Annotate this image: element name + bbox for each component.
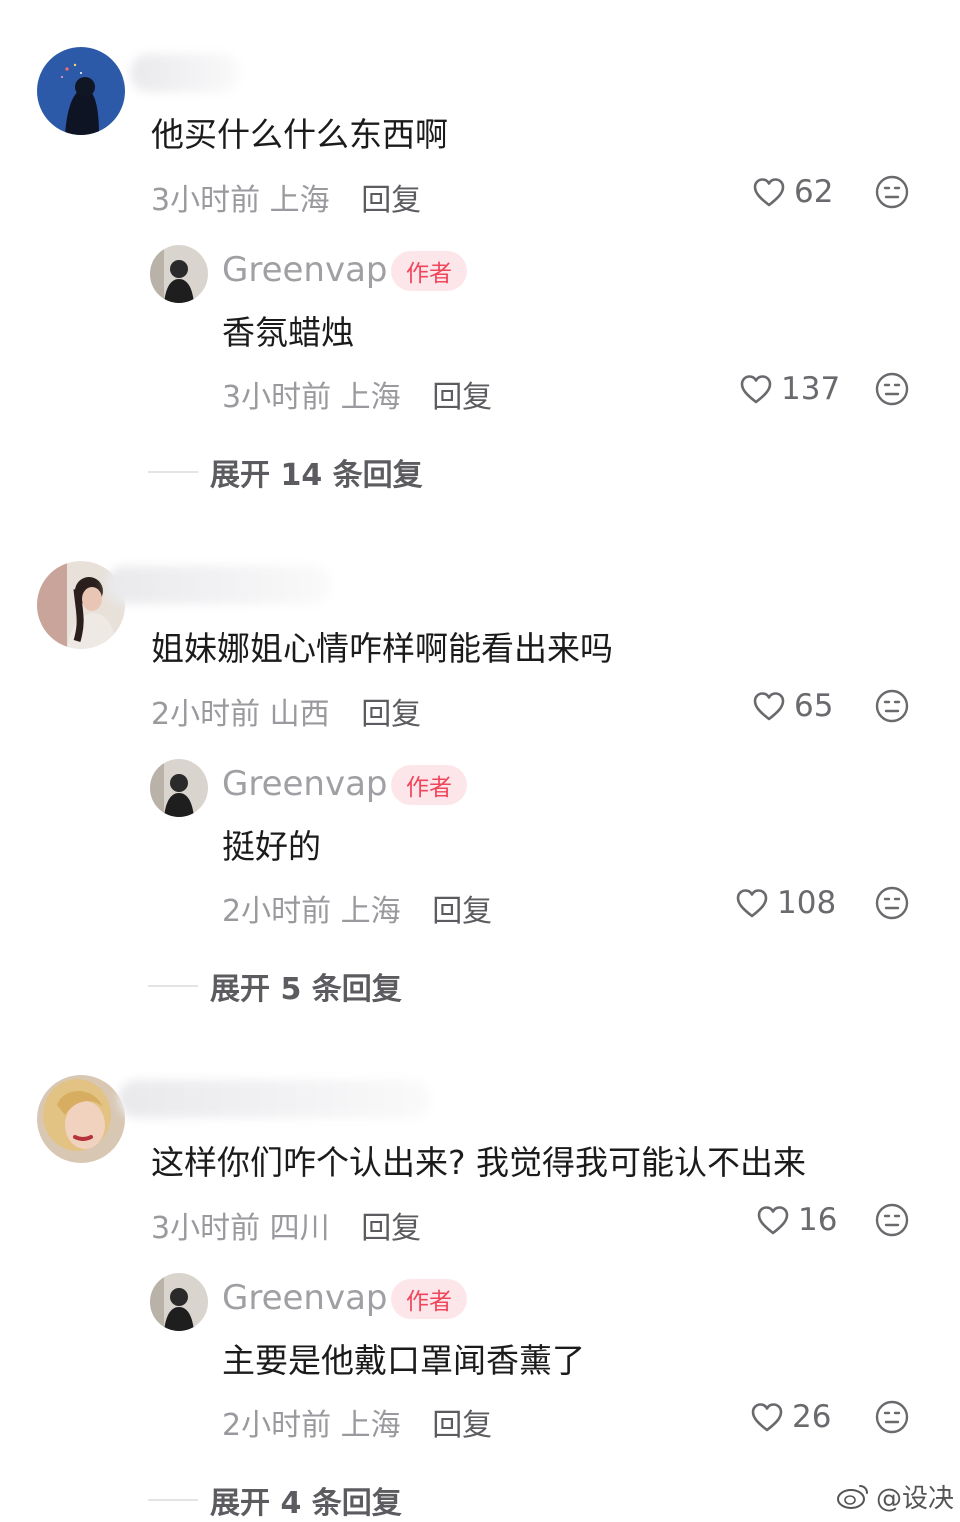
reply-meta: 2小时前 上海 回复 — [222, 1400, 492, 1444]
divider-line — [148, 471, 198, 473]
like-count: 16 — [798, 1202, 838, 1238]
like-count: 62 — [794, 174, 834, 210]
expand-replies-label: 展开 5 条回复 — [210, 972, 402, 1007]
author-badge: 作者 — [391, 1279, 467, 1319]
reply-button[interactable]: 回复 — [432, 380, 492, 415]
author-avatar[interactable] — [150, 245, 208, 303]
like-button[interactable]: 16 — [756, 1200, 837, 1240]
reply-location: 上海 — [340, 894, 401, 929]
divider-line — [148, 1499, 198, 1501]
heart-outline-icon — [753, 178, 785, 207]
comment-meta: 3小时前 四川 回复 — [151, 1203, 421, 1247]
reply-time: 2小时前 — [222, 894, 332, 929]
heart-outline-icon — [751, 1403, 783, 1432]
author-avatar[interactable] — [150, 1273, 208, 1331]
neutral-face-icon[interactable] — [874, 885, 910, 921]
comment-time: 3小时前 — [151, 183, 261, 218]
author-badge: 作者 — [391, 251, 467, 291]
neutral-face-icon[interactable] — [874, 1202, 910, 1238]
expand-replies-button[interactable]: 展开 14 条回复 — [148, 450, 423, 494]
reply-time: 3小时前 — [222, 380, 332, 415]
comment-time: 2小时前 — [151, 697, 261, 732]
heart-outline-icon — [740, 375, 772, 404]
author-username[interactable]: Greenvap — [222, 1278, 388, 1318]
comment-location: 上海 — [269, 183, 330, 218]
neutral-face-icon[interactable] — [874, 1399, 910, 1435]
username-blurred — [130, 54, 240, 92]
comment-text: 他买什么什么东西啊 — [151, 115, 448, 154]
reply-location: 上海 — [340, 380, 401, 415]
comment-text: 姐妹娜姐心情咋样啊能看出来吗 — [151, 629, 613, 668]
neutral-face-icon[interactable] — [874, 371, 910, 407]
like-count: 26 — [792, 1399, 832, 1435]
reply-button[interactable]: 回复 — [361, 1211, 421, 1246]
commenter-avatar[interactable] — [37, 1075, 125, 1163]
comment-location: 山西 — [269, 697, 330, 732]
expand-replies-label: 展开 14 条回复 — [210, 458, 423, 493]
reply-button[interactable]: 回复 — [361, 183, 421, 218]
reply-button[interactable]: 回复 — [432, 1408, 492, 1443]
reply-text: 香氛蜡烛 — [222, 313, 354, 352]
heart-outline-icon — [753, 692, 785, 721]
watermark: @设决 — [836, 1478, 954, 1514]
username-blurred — [106, 566, 331, 604]
like-button[interactable]: 137 — [739, 369, 840, 409]
divider-line — [148, 985, 198, 987]
commenter-avatar[interactable] — [37, 47, 125, 135]
comment-meta: 3小时前 上海 回复 — [151, 175, 421, 219]
like-count: 137 — [781, 371, 841, 407]
like-count: 65 — [794, 688, 834, 724]
heart-outline-icon — [757, 1206, 789, 1235]
neutral-face-icon[interactable] — [874, 174, 910, 210]
reply-meta: 2小时前 上海 回复 — [222, 886, 492, 930]
like-button[interactable]: 65 — [752, 686, 833, 726]
comment-text: 这样你们咋个认出来? 我觉得我可能认不出来 — [151, 1143, 807, 1182]
author-badge: 作者 — [391, 765, 467, 805]
comment-time: 3小时前 — [151, 1211, 261, 1246]
reply-location: 上海 — [340, 1408, 401, 1443]
author-avatar[interactable] — [150, 759, 208, 817]
username-blurred — [118, 1080, 430, 1118]
reply-text: 主要是他戴口罩闻香薰了 — [222, 1341, 585, 1380]
watermark-text: @设决 — [876, 1483, 955, 1514]
reply-meta: 3小时前 上海 回复 — [222, 372, 492, 416]
like-button[interactable]: 108 — [735, 883, 836, 923]
heart-outline-icon — [736, 889, 768, 918]
comment-location: 四川 — [269, 1211, 330, 1246]
neutral-face-icon[interactable] — [874, 688, 910, 724]
comment-meta: 2小时前 山西 回复 — [151, 689, 421, 733]
expand-replies-button[interactable]: 展开 5 条回复 — [148, 964, 402, 1008]
weibo-logo-icon — [837, 1485, 868, 1509]
author-username[interactable]: Greenvap — [222, 250, 388, 290]
expand-replies-button[interactable]: 展开 4 条回复 — [148, 1478, 402, 1522]
expand-replies-label: 展开 4 条回复 — [210, 1486, 402, 1521]
like-count: 108 — [777, 885, 837, 921]
reply-text: 挺好的 — [222, 827, 321, 866]
reply-button[interactable]: 回复 — [432, 894, 492, 929]
like-button[interactable]: 62 — [752, 172, 833, 212]
reply-time: 2小时前 — [222, 1408, 332, 1443]
like-button[interactable]: 26 — [750, 1397, 831, 1437]
reply-button[interactable]: 回复 — [361, 697, 421, 732]
author-username[interactable]: Greenvap — [222, 764, 388, 804]
